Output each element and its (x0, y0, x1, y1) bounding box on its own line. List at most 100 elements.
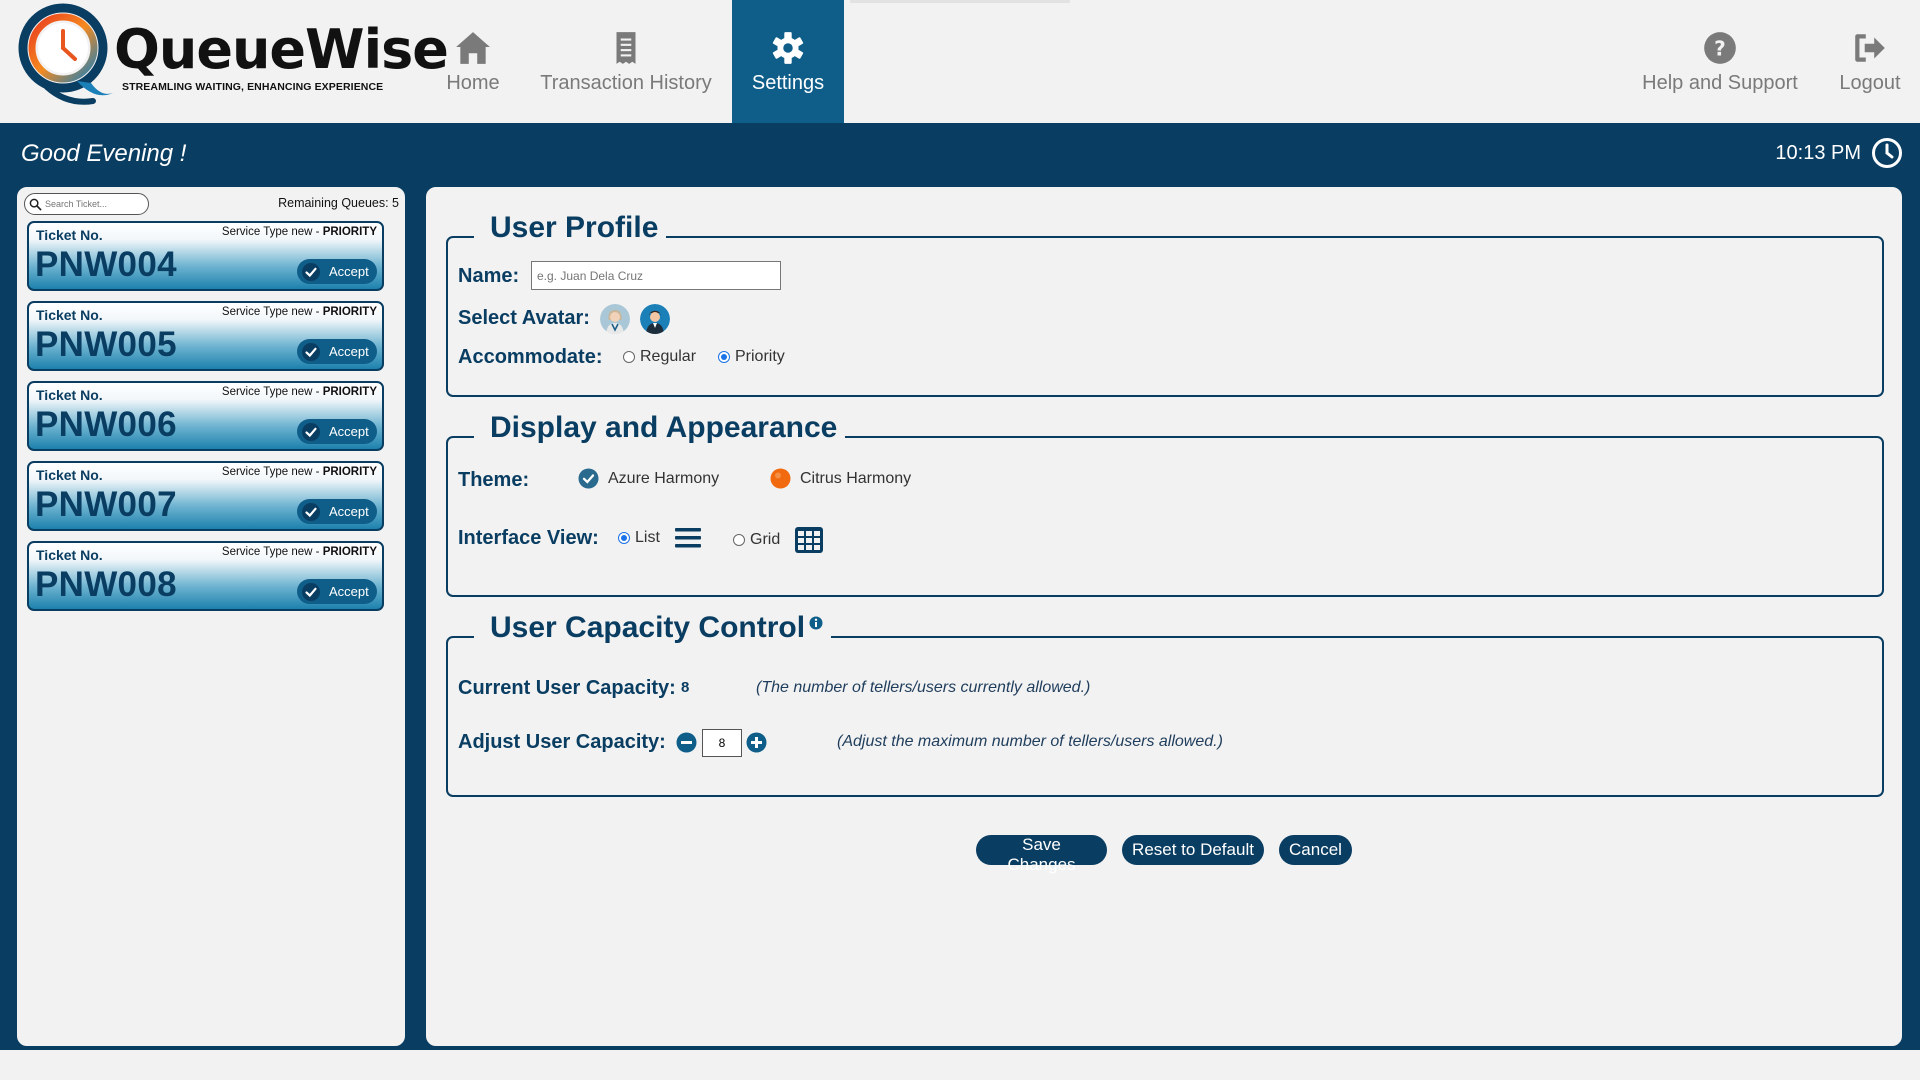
nav-home-label: Home (446, 72, 500, 94)
top-divider (850, 0, 1070, 3)
question-icon: ? (1704, 32, 1736, 64)
priority-radio[interactable] (718, 351, 730, 363)
check-circle-icon (302, 502, 320, 521)
orange-circle-icon (770, 468, 791, 489)
nav-settings[interactable]: Settings (732, 0, 844, 123)
search-icon (29, 198, 42, 211)
male-avatar-icon[interactable] (640, 304, 670, 334)
nav-transaction-history[interactable]: Transaction History (530, 0, 722, 123)
current-capacity-label: Current User Capacity: (458, 677, 676, 699)
user-profile-section: User Profile Name: Select Avatar: Accomm… (446, 206, 1884, 397)
ticket-label: Ticket No. (36, 387, 103, 403)
ticket-service-type: Service Type new - PRIORITY (221, 546, 377, 558)
ticket-number: PNW005 (35, 325, 177, 364)
brand-tagline: STREAMLING WAITING, ENHANCING EXPERIENCE (122, 81, 384, 93)
theme-citrus-harmony[interactable]: Citrus Harmony (770, 468, 911, 489)
view-grid[interactable]: Grid (733, 526, 824, 554)
increase-capacity-icon[interactable] (746, 732, 767, 753)
ticket-number: PNW004 (35, 245, 177, 284)
home-icon (456, 32, 490, 64)
clock-display: 10:13 PM (1775, 137, 1903, 169)
ticket-label: Ticket No. (36, 467, 103, 483)
female-avatar-icon[interactable] (600, 304, 630, 334)
check-circle-icon (302, 422, 320, 441)
brand-name: QueueWise (114, 18, 449, 81)
nav-logout-label: Logout (1839, 72, 1901, 94)
ticket-card[interactable]: Ticket No. Service Type new - PRIORITY P… (27, 381, 384, 451)
capacity-title: User Capacity Control (474, 606, 832, 650)
accommodate-priority[interactable]: Priority (718, 348, 785, 366)
accept-button[interactable]: Accept (297, 499, 377, 524)
ticket-number: PNW008 (35, 565, 177, 604)
interface-view-label: Interface View: (458, 527, 599, 549)
avatar-label: Select Avatar: (458, 307, 590, 329)
accept-button[interactable]: Accept (297, 259, 377, 284)
ticket-card[interactable]: Ticket No. Service Type new - PRIORITY P… (27, 301, 384, 371)
list-radio[interactable] (618, 532, 630, 544)
check-circle-icon (302, 342, 320, 361)
reset-default-button[interactable]: Reset to Default (1122, 835, 1264, 865)
adjust-capacity-note: (Adjust the maximum number of tellers/us… (837, 733, 1223, 750)
ticket-search[interactable] (24, 193, 149, 215)
logout-icon (1855, 34, 1885, 62)
ticket-label: Ticket No. (36, 227, 103, 243)
priority-tag: PRIORITY (322, 226, 377, 238)
capacity-stepper-input[interactable] (702, 729, 742, 757)
nav-help-support[interactable]: ? Help and Support (1630, 0, 1810, 123)
theme-label: Theme: (458, 469, 530, 491)
clock-icon (1872, 138, 1902, 168)
ticket-service-type: Service Type new - PRIORITY (221, 386, 377, 398)
ticket-number: PNW006 (35, 405, 177, 444)
nav-home[interactable]: Home (433, 0, 513, 123)
check-circle-icon (578, 468, 599, 489)
accept-button[interactable]: Accept (297, 579, 377, 604)
brand-logo[interactable]: QueueWise STREAMLING WAITING, ENHANCING … (17, 1, 449, 113)
ticket-card[interactable]: Ticket No. Service Type new - PRIORITY P… (27, 221, 384, 291)
view-list[interactable]: List (618, 526, 702, 550)
current-time: 10:13 PM (1775, 141, 1861, 164)
ticket-label: Ticket No. (36, 547, 103, 563)
svg-text:?: ? (1714, 36, 1726, 60)
bottom-strip (0, 1050, 1920, 1080)
current-capacity-note: (The number of tellers/users currently a… (756, 679, 1091, 696)
receipt-icon (616, 32, 636, 64)
priority-tag: PRIORITY (322, 386, 377, 398)
grid-radio[interactable] (733, 534, 745, 546)
current-capacity-value: 8 (681, 679, 690, 696)
grid-icon (795, 527, 824, 553)
queuewise-logo-icon (18, 3, 113, 105)
capacity-section: User Capacity Control Current User Capac… (446, 606, 1884, 797)
top-navigation: QueueWise STREAMLING WAITING, ENHANCING … (0, 0, 1920, 123)
ticket-number: PNW007 (35, 485, 177, 524)
ticket-card[interactable]: Ticket No. Service Type new - PRIORITY P… (27, 541, 384, 611)
regular-radio[interactable] (623, 351, 635, 363)
check-circle-icon (302, 582, 320, 601)
priority-tag: PRIORITY (322, 546, 377, 558)
user-profile-title: User Profile (474, 206, 667, 250)
accept-button[interactable]: Accept (297, 339, 377, 364)
nav-history-label: Transaction History (540, 72, 712, 94)
info-icon[interactable] (809, 616, 823, 630)
display-appearance-title: Display and Appearance (474, 406, 846, 450)
search-input[interactable] (45, 199, 140, 209)
accept-button[interactable]: Accept (297, 419, 377, 444)
ticket-card[interactable]: Ticket No. Service Type new - PRIORITY P… (27, 461, 384, 531)
save-changes-button[interactable]: Save Changes (976, 835, 1107, 874)
cancel-button[interactable]: Cancel (1279, 835, 1352, 865)
accommodate-regular[interactable]: Regular (623, 348, 696, 366)
list-icon (674, 528, 701, 548)
ticket-label: Ticket No. (36, 307, 103, 323)
name-label: Name: (458, 265, 520, 287)
decrease-capacity-icon[interactable] (676, 732, 697, 753)
name-input[interactable] (531, 261, 781, 290)
priority-tag: PRIORITY (322, 306, 377, 318)
theme-azure-harmony[interactable]: Azure Harmony (578, 468, 719, 489)
remaining-queues: Remaining Queues: 5 (278, 196, 399, 210)
adjust-capacity-label: Adjust User Capacity: (458, 731, 666, 753)
check-circle-icon (302, 262, 320, 281)
ticket-service-type: Service Type new - PRIORITY (221, 226, 377, 238)
settings-panel: User Profile Name: Select Avatar: Accomm… (424, 185, 1904, 1048)
nav-logout[interactable]: Logout (1820, 0, 1920, 123)
accommodate-label: Accommodate: (458, 346, 603, 368)
ticket-service-type: Service Type new - PRIORITY (221, 466, 377, 478)
